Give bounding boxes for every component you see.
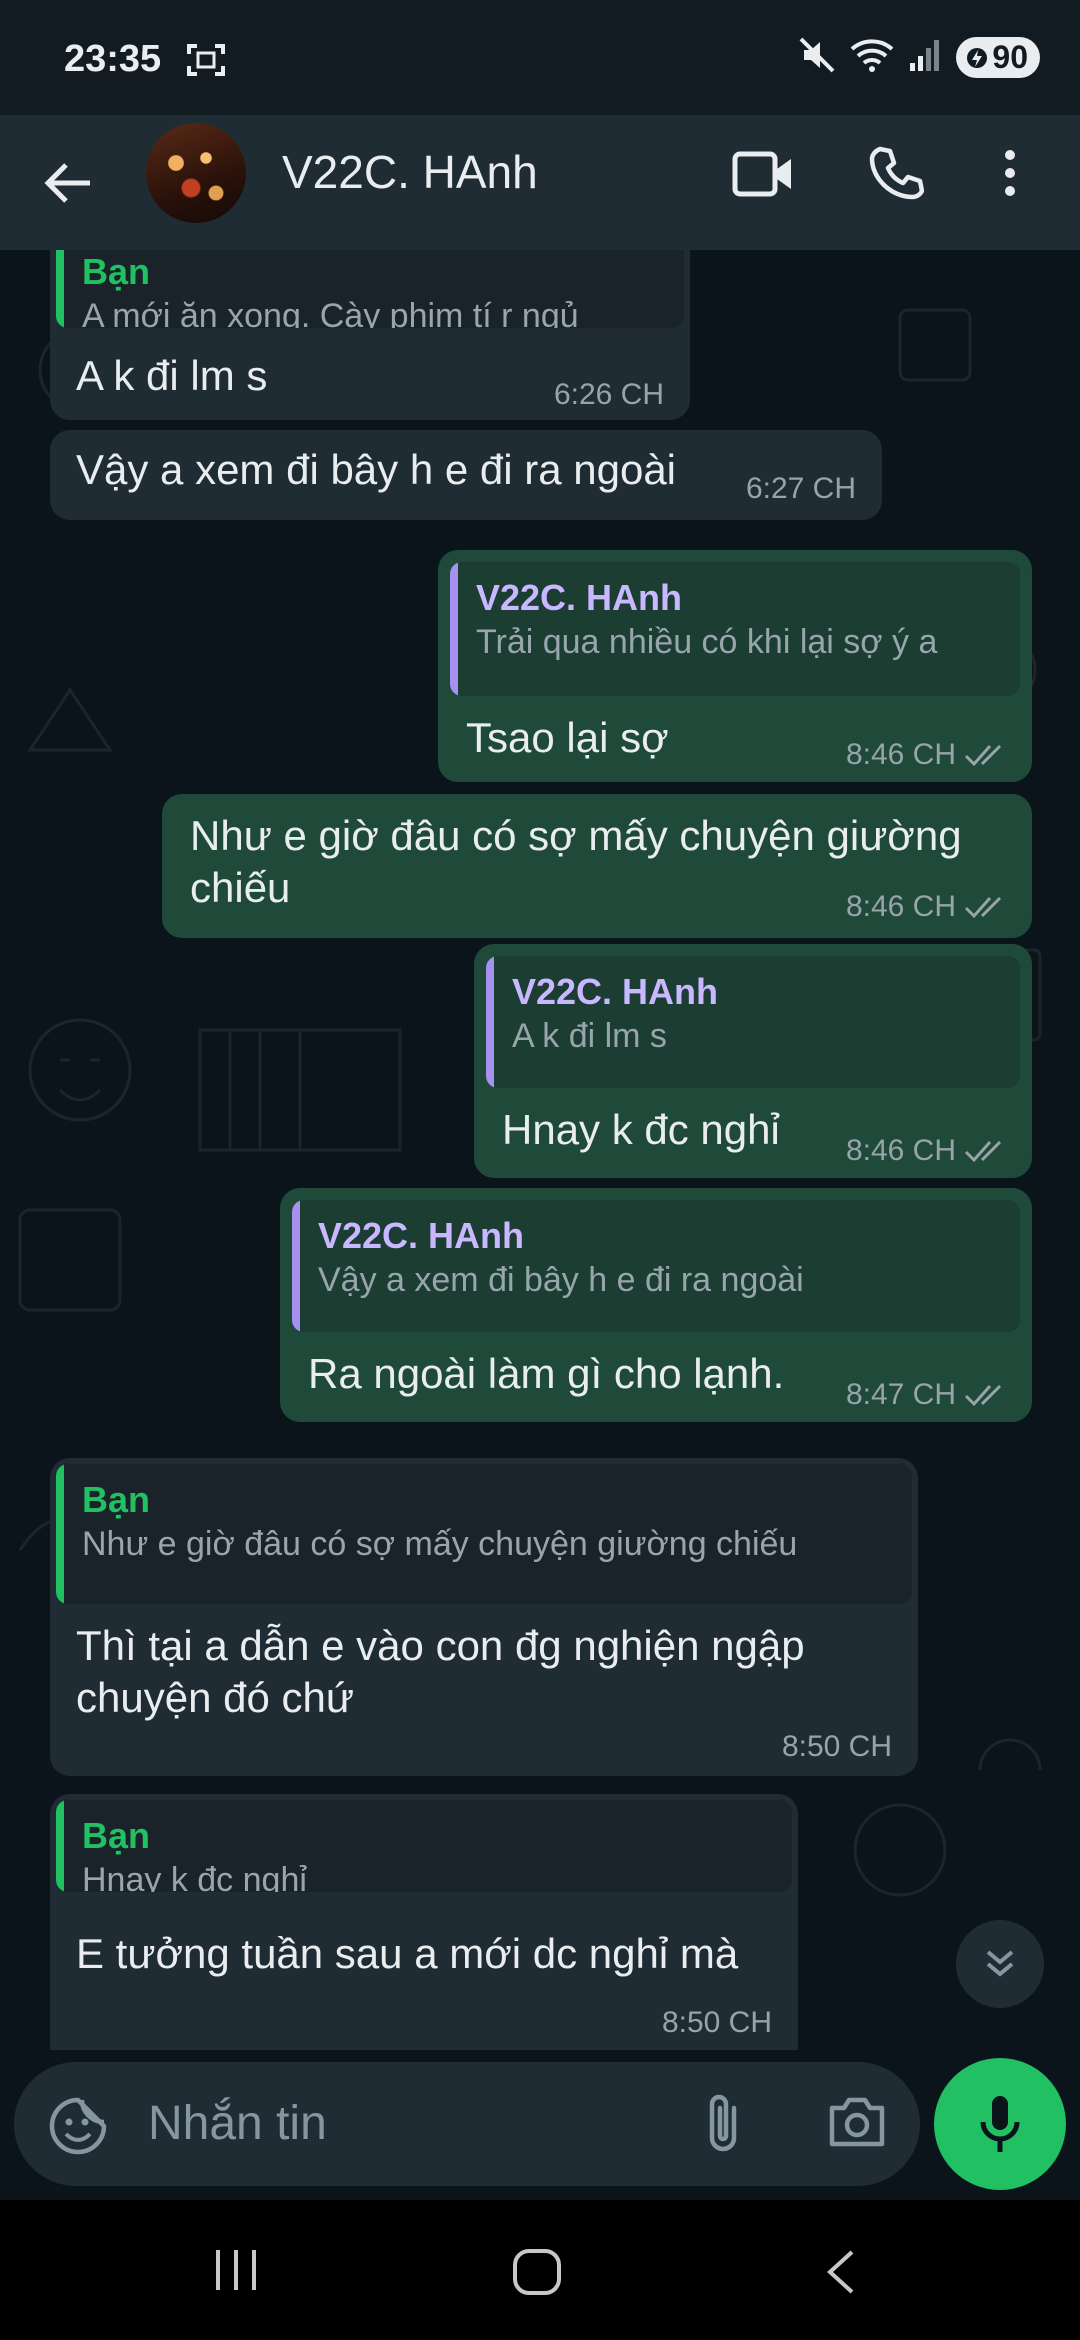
message-status: 8:46 CH (846, 1134, 1008, 1168)
status-bar: 23:35 90 (0, 0, 1080, 115)
attach-paperclip-icon[interactable] (700, 2092, 746, 2161)
home-icon[interactable] (512, 2248, 562, 2301)
message-status: 8:46 CH (846, 738, 1008, 772)
scroll-to-bottom-button[interactable] (956, 1920, 1044, 2008)
quote-sender: Bạn (82, 1479, 151, 1520)
time-label: 8:46 CH (845, 890, 956, 923)
quote-sender: V22C. HAnh (318, 1215, 525, 1256)
charging-icon (967, 47, 988, 68)
quote-text: A k đi lm s (512, 1017, 667, 1055)
message-status: 8:46 CH (846, 890, 1008, 924)
message-input-field[interactable]: Nhắn tin (14, 2062, 920, 2186)
mute-icon (798, 36, 836, 79)
quote-bar (486, 956, 494, 1088)
time-label: 8:50 CH (661, 2006, 772, 2039)
time-label: 8:50 CH (781, 1730, 892, 1763)
voice-message-button[interactable] (934, 2058, 1066, 2190)
message-input-placeholder[interactable]: Nhắn tin (148, 2096, 327, 2151)
quote-text: Trải qua nhiều có khi lại sợ ý a (476, 623, 938, 661)
composer: Nhắn tin (0, 2050, 1080, 2200)
quote-sender: Bạn (82, 251, 151, 292)
message-text: Ra ngoài làm gì cho lạnh. (308, 1350, 785, 1397)
camera-icon[interactable] (826, 2094, 888, 2155)
wifi-icon (850, 37, 894, 78)
quote-bar (56, 1464, 64, 1604)
message-time: 8:50 CH (662, 2006, 772, 2040)
screenshot-icon (186, 42, 226, 83)
reply-quote[interactable]: V22C. HAnh Trải qua nhiều có khi lại sợ … (450, 562, 1020, 696)
double-chevron-down-icon (986, 1950, 1014, 1977)
quote-text: Vậy a xem đi bây h e đi ra ngoài (318, 1261, 804, 1299)
reply-quote[interactable]: Bạn Như e giờ đâu có sợ mấy chuyện giườn… (56, 1464, 912, 1604)
message-time: 8:50 CH (782, 1730, 892, 1764)
message-time: 6:26 CH (554, 378, 664, 412)
time-label: 8:46 CH (845, 738, 956, 771)
message-text: E tưởng tuần sau a mới dc nghỉ mà (76, 1930, 739, 1977)
video-call-icon[interactable] (732, 149, 794, 204)
voice-call-icon[interactable] (868, 145, 925, 206)
time-label: 8:46 CH (845, 1134, 956, 1167)
battery-indicator: 90 (956, 37, 1040, 78)
contact-name[interactable]: V22C. HAnh (282, 145, 538, 199)
recent-apps-icon[interactable] (212, 2248, 260, 2297)
time-label: 6:27 CH (745, 472, 856, 505)
message-text: A k đi lm s (76, 352, 268, 399)
message-bubble-sent[interactable]: Như e giờ đâu có sợ mấy chuyện giường ch… (162, 794, 1032, 938)
double-check-icon (964, 1384, 1002, 1407)
quote-text: Hnay k đc nghỉ (82, 1861, 307, 1892)
message-bubble-received[interactable]: Bạn A mới ăn xong. Cày phim tí r ngủ A k… (50, 250, 690, 420)
reply-quote[interactable]: Bạn Hnay k đc nghỉ (56, 1800, 792, 1892)
double-check-icon (964, 896, 1002, 919)
message-text: Tsao lại sợ (466, 714, 669, 761)
quote-text: Như e giờ đâu có sợ mấy chuyện giường ch… (82, 1525, 798, 1563)
message-list[interactable]: Bạn A mới ăn xong. Cày phim tí r ngủ A k… (0, 250, 1080, 2050)
reply-quote[interactable]: V22C. HAnh Vậy a xem đi bây h e đi ra ng… (292, 1200, 1020, 1332)
reply-quote[interactable]: Bạn A mới ăn xong. Cày phim tí r ngủ (56, 250, 684, 328)
message-bubble-sent[interactable]: V22C. HAnh Vậy a xem đi bây h e đi ra ng… (280, 1188, 1032, 1422)
system-navigation-bar (0, 2200, 1080, 2340)
more-options-icon[interactable] (1000, 145, 1020, 206)
double-check-icon (964, 1140, 1002, 1163)
quote-text: A mới ăn xong. Cày phim tí r ngủ (82, 297, 579, 328)
quote-bar (292, 1200, 300, 1332)
quote-bar (56, 250, 64, 328)
status-time: 23:35 (64, 38, 162, 80)
quote-bar (450, 562, 458, 696)
quote-sender: V22C. HAnh (512, 971, 719, 1012)
message-text: Thì tại a dẫn e vào con đg nghiện ngập c… (76, 1622, 805, 1721)
time-label: 6:26 CH (553, 378, 664, 411)
message-bubble-received[interactable]: Bạn Như e giờ đâu có sợ mấy chuyện giườn… (50, 1458, 918, 1776)
message-time: 6:27 CH (746, 472, 856, 506)
back-nav-icon[interactable] (822, 2248, 858, 2301)
quote-sender: Bạn (82, 1815, 151, 1856)
message-status: 8:47 CH (846, 1378, 1008, 1412)
message-bubble-sent[interactable]: V22C. HAnh Trải qua nhiều có khi lại sợ … (438, 550, 1032, 782)
double-check-icon (964, 744, 1002, 767)
message-text: Hnay k đc nghỉ (502, 1106, 780, 1153)
battery-level: 90 (992, 39, 1028, 75)
signal-icon (908, 37, 942, 78)
message-text: Vậy a xem đi bây h e đi ra ngoài (76, 446, 677, 493)
quote-sender: V22C. HAnh (476, 577, 683, 618)
microphone-icon (980, 2096, 1020, 2152)
back-arrow-icon[interactable] (40, 155, 96, 216)
message-bubble-received[interactable]: Vậy a xem đi bây h e đi ra ngoài 6:27 CH (50, 430, 882, 520)
time-label: 8:47 CH (845, 1378, 956, 1411)
message-bubble-sent[interactable]: V22C. HAnh A k đi lm s Hnay k đc nghỉ 8:… (474, 944, 1032, 1178)
sticker-emoji-icon[interactable] (48, 2096, 108, 2161)
contact-avatar[interactable] (146, 123, 246, 223)
quote-bar (56, 1800, 64, 1892)
reply-quote[interactable]: V22C. HAnh A k đi lm s (486, 956, 1020, 1088)
message-bubble-received[interactable]: Bạn Hnay k đc nghỉ E tưởng tuần sau a mớ… (50, 1794, 798, 2050)
chat-header: V22C. HAnh (0, 115, 1080, 250)
